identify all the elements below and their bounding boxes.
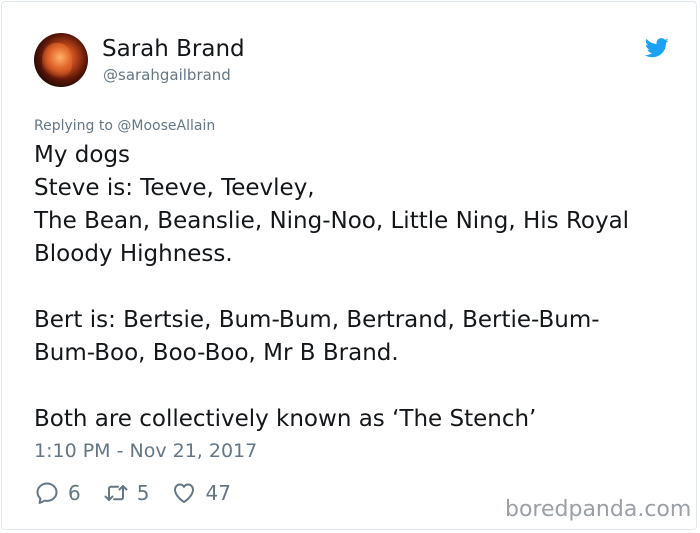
tweet-line: Bum-Boo, Boo-Boo, Mr B Brand. [34,340,399,366]
tweet-line: Both are collectively known as ‘The Sten… [34,406,537,432]
heart-icon [174,483,195,503]
reply-count: 6 [68,481,81,505]
like-button[interactable]: 47 [171,480,231,506]
replying-to: Replying to @MooseAllain [34,118,215,134]
avatar-photo [42,43,72,79]
tweet-line: Bert is: Bertsie, Bum-Bum, Bertrand, Ber… [34,307,600,333]
retweet-icon [104,485,128,501]
like-count: 47 [205,481,231,505]
tweet-text: My dogs Steve is: Teeve, Teevley, The Be… [34,139,674,436]
tweet-actions: 6 5 47 [34,478,253,508]
author-name[interactable]: Sarah Brand [102,36,245,62]
tweet-line: My dogs [34,142,131,168]
watermark: boredpanda.com [505,497,692,522]
tweet-line: Steve is: Teeve, Teevley, [34,175,315,201]
retweet-count: 5 [136,481,150,505]
retweet-button[interactable]: 5 [103,480,150,506]
twitter-bird-icon[interactable] [645,38,669,58]
replying-to-prefix: Replying to [34,118,113,134]
reply-mention-link[interactable]: @MooseAllain [117,118,215,134]
tweet-line: Bloody Highness. [34,241,233,267]
reply-button[interactable]: 6 [34,480,81,506]
reply-icon [36,482,58,504]
tweet-line: The Bean, Beanslie, Ning-Noo, Little Nin… [34,208,630,234]
tweet-timestamp[interactable]: 1:10 PM - Nov 21, 2017 [34,440,257,462]
tweet-card: Sarah Brand @sarahgailbrand Replying to … [1,1,697,530]
avatar[interactable] [34,33,88,87]
author-handle[interactable]: @sarahgailbrand [103,66,231,84]
